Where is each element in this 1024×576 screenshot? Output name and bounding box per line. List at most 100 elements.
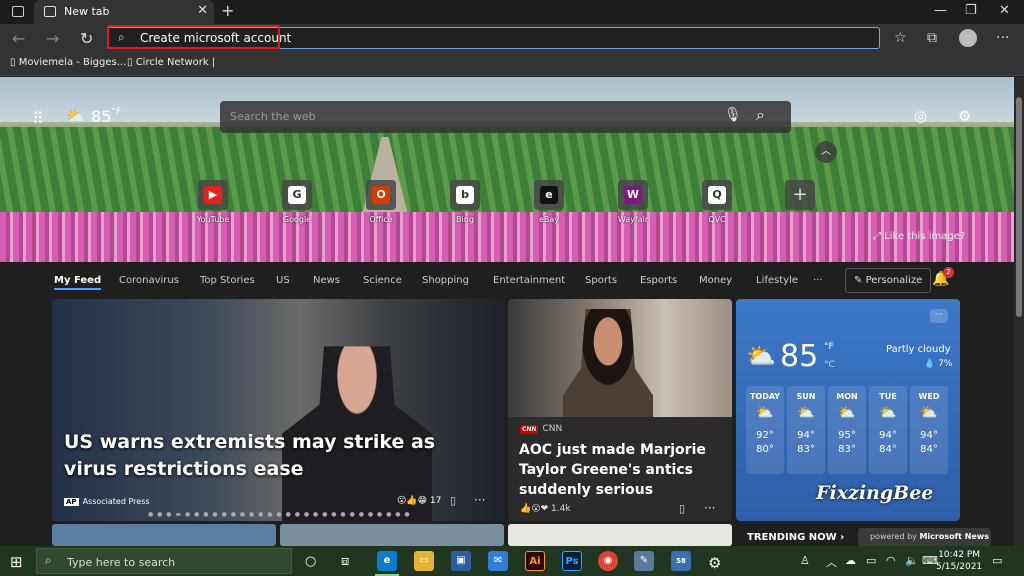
main-source: AP Associated Press — [64, 497, 150, 506]
illustrator-icon[interactable]: Ai — [525, 551, 545, 571]
second-more-icon[interactable]: ··· — [704, 501, 715, 515]
people-icon[interactable]: ♙ — [800, 554, 810, 567]
feed-tab-5[interactable]: Science — [363, 275, 402, 286]
save-bookmark-icon[interactable]: ▯ — [679, 502, 685, 515]
forecast-day[interactable]: SUN ⛅ 94° 83° — [787, 386, 825, 474]
bookmark-circle-network[interactable]: ▯ Circle Network | — [127, 57, 215, 68]
tab-close-icon[interactable]: ✕ — [197, 3, 208, 18]
unit-f-toggle[interactable]: °F — [824, 342, 834, 352]
feed-tab-10[interactable]: Money — [699, 275, 732, 286]
favorites-star-icon[interactable]: ☆ — [894, 30, 907, 46]
weather-mini[interactable]: ⛅ 85°F — [66, 107, 121, 126]
unit-c-toggle[interactable]: °C — [824, 360, 835, 370]
file-explorer-icon[interactable]: ▭ — [414, 551, 434, 571]
network-icon[interactable]: ◠ — [886, 554, 896, 567]
settings-menu-icon[interactable]: ··· — [996, 30, 1009, 46]
rewards-icon[interactable]: ◎ — [914, 107, 927, 125]
battery-icon[interactable]: ▭ — [866, 554, 876, 567]
second-reactions[interactable]: 👍😮❤ 1.4k — [520, 504, 571, 514]
news-card-row2-1[interactable] — [52, 524, 276, 546]
microphone-icon[interactable]: 🎙 — [724, 107, 742, 123]
add-quick-link-button[interactable]: + — [770, 180, 830, 210]
refresh-icon[interactable]: ↻ — [80, 29, 93, 48]
mail-icon[interactable]: ✉ — [488, 551, 508, 571]
clock[interactable]: 10:42 PM 5/15/2021 — [936, 549, 982, 573]
feed-tab-4[interactable]: News — [313, 275, 340, 286]
quick-link-google[interactable]: G Google — [267, 180, 327, 224]
second-headline[interactable]: AOC just made Marjorie Taylor Greene's a… — [519, 440, 724, 500]
chrome-icon[interactable]: ◉ — [598, 551, 618, 571]
windows-start-icon[interactable]: ⊞ — [10, 553, 23, 571]
feed-tab-12[interactable]: ··· — [813, 275, 823, 286]
save-bookmark-icon[interactable]: ▯ — [450, 494, 456, 507]
forecast-day[interactable]: MON ⛅ 95° 83° — [828, 386, 866, 474]
feed-tab-11[interactable]: Lifestyle — [756, 275, 798, 286]
profile-avatar[interactable] — [959, 29, 977, 47]
forecast-day[interactable]: TODAY ⛅ 92° 80° — [746, 386, 784, 474]
notifications-icon[interactable]: ▭ — [992, 554, 1002, 567]
volume-icon[interactable]: 🔈 — [905, 554, 919, 567]
minimize-icon[interactable]: — — [934, 3, 947, 18]
bing-icon: b — [456, 186, 474, 204]
wayfair-icon: W — [624, 186, 642, 204]
page-settings-icon[interactable]: ⚙ — [958, 107, 971, 125]
tab-new-tab[interactable]: New tab ✕ — [34, 0, 214, 24]
quick-link-office[interactable]: O Office — [351, 180, 411, 224]
main-headline[interactable]: US warns extremists may strike as virus … — [64, 429, 484, 483]
news-card-row2-2[interactable] — [280, 524, 504, 546]
carousel-dots[interactable]: ● ● ● ▬ ● ● ● ● ● ● ● ● ● ● ● ● ● ● ● ● … — [148, 511, 411, 518]
feed-tab-8[interactable]: Sports — [585, 275, 617, 286]
collections-icon[interactable]: ⧉ — [927, 30, 937, 46]
forecast-day[interactable]: WED ⛅ 94° 84° — [910, 386, 948, 474]
highlight-box — [107, 25, 280, 49]
weather-more-icon[interactable]: ··· — [930, 309, 948, 323]
cortana-icon[interactable]: ○ — [305, 554, 316, 569]
taskbar-search[interactable]: ⌕ Type here to search — [36, 548, 292, 574]
settings-gear-icon[interactable]: ⚙ — [708, 554, 721, 572]
forecast-day[interactable]: TUE ⛅ 94° 84° — [869, 386, 907, 474]
quick-link-youtube[interactable]: ▶ YouTube — [183, 180, 243, 224]
restore-icon[interactable]: ❐ — [965, 3, 977, 18]
feed-tab-3[interactable]: US — [276, 275, 290, 286]
main-more-icon[interactable]: ··· — [474, 493, 485, 507]
precip-chance: 💧 7% — [924, 359, 953, 369]
store-icon[interactable]: ▣ — [451, 551, 471, 571]
personalize-button[interactable]: ✎ Personalize — [845, 268, 931, 293]
tray-chevron-icon[interactable]: ︿ — [826, 554, 837, 570]
cloud-icon[interactable]: ☁ — [845, 554, 856, 567]
quick-link-qvc[interactable]: Q QVC — [687, 180, 747, 224]
quick-link-ebay[interactable]: e eBay — [519, 180, 579, 224]
paint-icon[interactable]: ✎ — [634, 551, 654, 571]
feed-tab-2[interactable]: Top Stories — [200, 275, 255, 286]
feed-tab-0[interactable]: My Feed — [54, 275, 102, 290]
photoshop-icon[interactable]: Ps — [562, 551, 582, 571]
feed-tab-6[interactable]: Shopping — [422, 275, 469, 286]
feed-tab-1[interactable]: Coronavirus — [119, 275, 179, 286]
bookmark-moviemela[interactable]: ▯ Moviemela - Bigges... — [10, 57, 126, 68]
ebay-icon: e — [540, 186, 558, 204]
news-card-second[interactable]: CNN CNN AOC just made Marjorie Taylor Gre… — [508, 299, 732, 521]
collapse-chevron-icon[interactable]: ︿ — [815, 141, 837, 163]
quick-link-wayfair[interactable]: W Wayfair — [603, 180, 663, 224]
web-search-icon[interactable]: ⌕ — [756, 105, 765, 125]
news-card-row2-3[interactable] — [508, 524, 732, 546]
feed-tab-9[interactable]: Esports — [640, 275, 677, 286]
like-image-link[interactable]: ⤢ Like this image? — [873, 231, 965, 242]
new-tab-icon[interactable]: + — [221, 1, 234, 20]
phone-link-icon[interactable]: 58 — [671, 551, 691, 571]
window-menu-icon[interactable] — [12, 6, 24, 17]
quick-link-bing[interactable]: b Bing — [435, 180, 495, 224]
main-reactions[interactable]: 😮👍😁 17 — [397, 496, 441, 506]
feed-tab-7[interactable]: Entertainment — [493, 275, 565, 286]
app-launcher-icon[interactable]: ⠿ — [32, 109, 44, 128]
window-close-icon[interactable]: ✕ — [999, 3, 1010, 18]
page-scrollbar[interactable] — [1014, 77, 1024, 546]
news-card-main[interactable]: US warns extremists may strike as virus … — [52, 299, 504, 521]
weather-card[interactable]: ··· ⛅ 85 °F °C Partly cloudy 💧 7% TODAY ⛅… — [736, 299, 960, 521]
edge-icon[interactable]: e — [375, 551, 399, 576]
web-search-box[interactable]: Search the web 🎙 ⌕ — [220, 101, 791, 133]
partly-sunny-icon: ⛅ — [756, 405, 774, 421]
back-icon[interactable]: ← — [12, 29, 25, 48]
forward-icon[interactable]: → — [46, 29, 59, 48]
task-view-icon[interactable]: ⧈ — [341, 554, 349, 569]
